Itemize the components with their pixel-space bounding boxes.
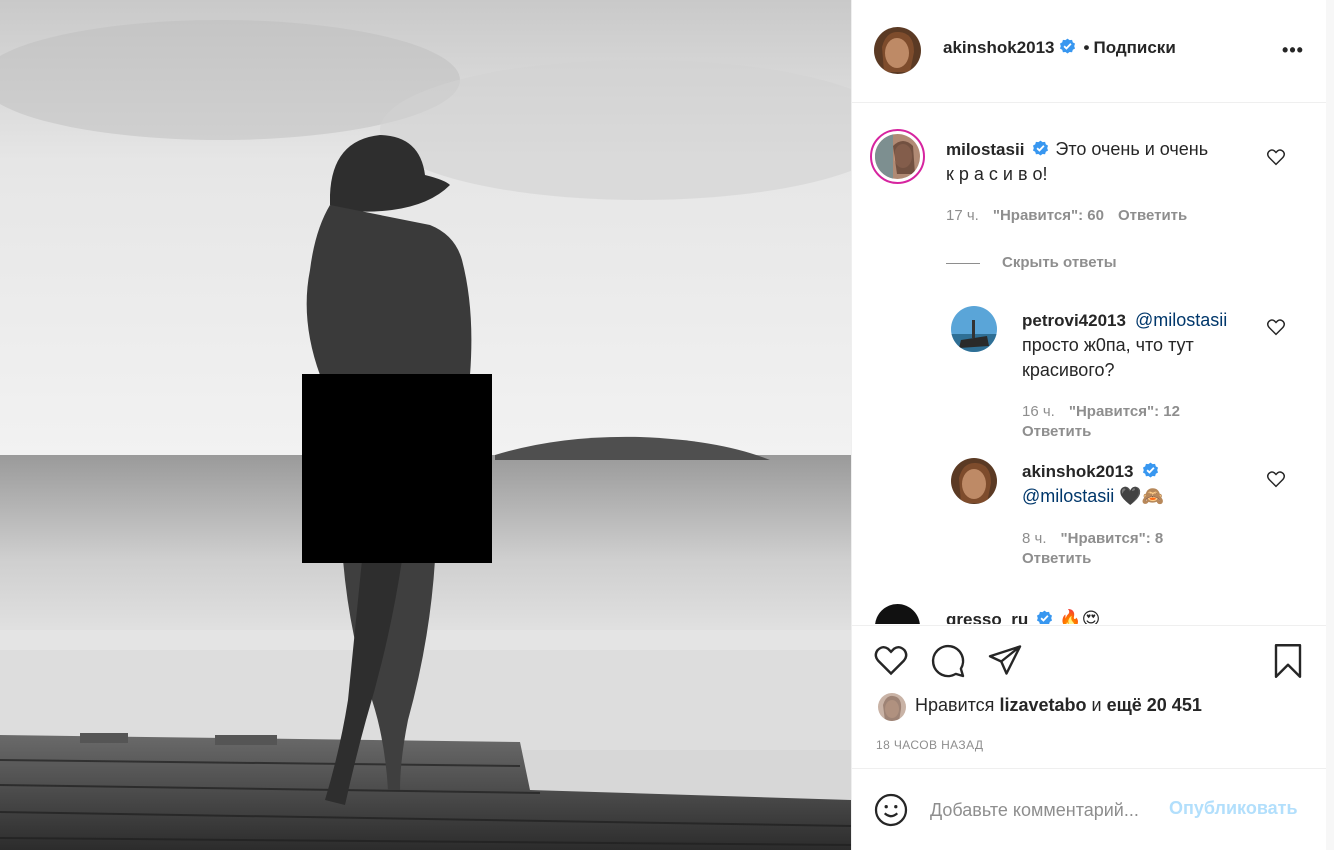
reply-time[interactable]: 16 ч. [1022,403,1055,420]
reply-like-heart-icon[interactable] [1266,470,1286,488]
comment-body: gresso_ru 🔥😍 [946,607,1266,624]
replier-username[interactable]: akinshok2013 [1022,462,1134,481]
likes-middle: и [1091,695,1102,715]
comment-time[interactable]: 17 ч. [946,207,979,224]
reply-text-line1: просто ж0па, что тут [1022,335,1194,355]
verified-badge-icon [1059,38,1075,54]
comment-likes-count[interactable]: "Нравится": 60 [993,207,1104,224]
commenter-username[interactable]: gresso_ru [946,610,1028,624]
page-scrollbar[interactable] [1326,0,1334,850]
header-separator: • [1083,38,1090,57]
replier-avatar[interactable] [951,458,997,504]
reply-body: akinshok2013 @milostasii 🖤🙈 [1022,459,1262,509]
bookmark-icon[interactable] [1272,643,1304,679]
following-button[interactable]: Подписки [1093,38,1175,57]
commenter-username[interactable]: milostasii [946,140,1024,159]
post-photo[interactable] [0,0,851,850]
reply-emoji: 🖤🙈 [1119,486,1165,506]
reply-time[interactable]: 8 ч. [1022,530,1047,547]
beach-photo-image [0,0,851,850]
hide-replies-button[interactable]: Скрыть ответы [1002,254,1117,271]
reply-likes-count[interactable]: "Нравится": 12 [1069,403,1180,420]
comment-text-line2: к р а с и в о! [946,164,1048,184]
commenter-avatar[interactable] [875,134,920,179]
censor-block [302,374,492,563]
verified-badge-icon [1037,610,1053,624]
author-avatar[interactable] [874,27,921,74]
likes-summary: Нравится lizavetabo и ещё 20 451 [915,695,1202,716]
post-timestamp[interactable]: 18 ЧАСОВ НАЗАД [876,738,983,752]
heart-icon[interactable] [873,643,909,677]
reply-text-line2: красивого? [1022,360,1115,380]
more-options-button[interactable]: ••• [1279,40,1307,64]
post-header: akinshok2013 • Подписки ••• [852,0,1327,103]
reply-body: petrovi42013 @milostasii просто ж0па, что… [1022,308,1262,383]
comment-icon[interactable] [930,643,966,679]
replier-username[interactable]: petrovi42013 [1022,311,1126,330]
comment-body: milostasii Это очень и очень к р а с и в о… [946,137,1266,187]
author-username[interactable]: akinshok2013 [943,38,1055,57]
reply-button[interactable]: Ответить [1118,207,1187,224]
smiley-icon[interactable] [873,792,909,828]
reply-meta: 16 ч. "Нравится": 12 Ответить [1022,402,1180,442]
reply-button[interactable]: Ответить [1022,550,1091,567]
post-actions: Нравится lizavetabo и ещё 20 451 18 ЧАСО… [852,625,1327,768]
comment-input[interactable] [930,798,1162,822]
likes-count-button[interactable]: ещё 20 451 [1107,695,1202,715]
commenter-avatar[interactable] [875,604,920,624]
replier-avatar[interactable] [951,306,997,352]
mention-link[interactable]: @milostasii [1135,310,1227,330]
reply-likes-count[interactable]: "Нравится": 8 [1061,530,1164,547]
reply-like-heart-icon[interactable] [1266,318,1286,336]
reply-button[interactable]: Ответить [1022,423,1091,440]
publish-button[interactable]: Опубликовать [1169,798,1298,819]
more-icon: ••• [1282,40,1304,60]
post-sidebar: akinshok2013 • Подписки ••• milostasii Это … [851,0,1334,850]
comment-like-heart-icon[interactable] [1266,148,1286,166]
comment-meta: 17 ч. "Нравится": 60 Ответить [946,207,1187,224]
liker-avatar[interactable] [878,693,906,721]
verified-badge-icon [1142,462,1158,478]
reply-meta: 8 ч. "Нравится": 8 Ответить [1022,529,1163,569]
replies-divider [946,263,980,264]
likes-prefix: Нравится [915,695,995,715]
liker-username[interactable]: lizavetabo [999,695,1086,715]
comments-list[interactable]: milostasii Это очень и очень к р а с и в о… [852,104,1327,624]
comment-text: Это очень и очень [1055,139,1209,159]
add-comment-bar: Опубликовать [852,768,1327,850]
post-header-line: akinshok2013 • Подписки [943,38,1176,58]
paper-plane-icon[interactable] [987,643,1023,677]
verified-badge-icon [1033,140,1049,156]
mention-link[interactable]: @milostasii [1022,486,1114,506]
comment-emoji: 🔥😍 [1059,609,1101,624]
